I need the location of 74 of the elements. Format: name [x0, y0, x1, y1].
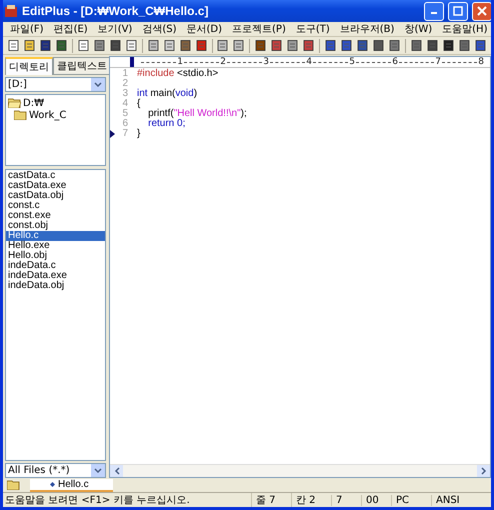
ruler-number: 1	[177, 57, 183, 67]
file-item[interactable]: indeData.c	[6, 261, 105, 271]
file-item[interactable]: castData.c	[6, 171, 105, 181]
file-item[interactable]: indeData.exe	[6, 271, 105, 281]
file-item[interactable]: const.obj	[6, 221, 105, 231]
status-field: 칸 2	[291, 493, 331, 507]
close-icon	[477, 6, 487, 16]
file-item[interactable]: castData.obj	[6, 191, 105, 201]
folder-icon	[7, 480, 20, 490]
menu-item[interactable]: 프로젝트(P)	[227, 22, 291, 36]
line-number: 6	[122, 119, 128, 129]
menu-item[interactable]: 도움말(H)	[437, 22, 491, 36]
status-field: 7	[331, 494, 361, 506]
maximize-icon	[453, 6, 463, 16]
sidebar-tab[interactable]: 디렉토리	[5, 57, 53, 75]
line-number: 1	[122, 69, 128, 79]
status-field: 줄 7	[251, 493, 291, 507]
document-tab[interactable]: Hello.c	[30, 478, 113, 492]
chevron-down-icon	[94, 82, 102, 87]
close-button[interactable]	[472, 2, 491, 20]
window-title: EditPlus - [D:₩Work_C₩Hello.c]	[22, 4, 210, 18]
status-field: PC	[391, 494, 431, 506]
line-number: 7	[122, 129, 128, 139]
menu-item[interactable]: 보기(V)	[92, 22, 138, 36]
menu-item[interactable]: 편집(E)	[48, 22, 93, 36]
line-number: 2	[122, 79, 128, 89]
code-line: #include <stdio.h>	[137, 69, 218, 79]
menu-item[interactable]: 파일(F)	[5, 22, 49, 36]
menu-item[interactable]: 창(W)	[399, 22, 438, 36]
ruler-number: 8	[478, 57, 484, 67]
tree-item[interactable]: D:₩	[23, 98, 44, 108]
ruler-number: 6	[392, 57, 398, 67]
file-item[interactable]: const.exe	[6, 211, 105, 221]
menu-item[interactable]: 브라우저(B)	[334, 22, 400, 36]
ruler-number: 3	[263, 57, 269, 67]
app-icon	[4, 4, 18, 18]
diamond-icon	[50, 482, 55, 486]
file-item[interactable]: Hello.exe	[6, 241, 105, 251]
line-number: 5	[122, 109, 128, 119]
status-field: ANSI	[431, 494, 491, 506]
tree-item[interactable]: Work_C	[29, 110, 66, 120]
line-number: 4	[122, 99, 128, 109]
folder-icon	[14, 110, 27, 120]
sidebar-tab[interactable]: 클립텍스트	[53, 57, 111, 75]
chevron-down-icon	[94, 468, 102, 473]
code-line: {	[137, 99, 140, 109]
status-message: 도움말을 보려면 <F1> 키를 누르십시오.	[4, 494, 191, 507]
ruler-number: 5	[349, 57, 355, 67]
code-line: int main(void)	[137, 89, 198, 99]
code-line: }	[137, 129, 140, 139]
menu-item[interactable]: 문서(D)	[182, 22, 228, 36]
file-item[interactable]: indeData.obj	[6, 281, 105, 291]
menu-item[interactable]: 도구(T)	[290, 22, 335, 36]
minimize-button[interactable]	[424, 2, 444, 20]
chevron-right-icon	[480, 467, 486, 475]
file-item[interactable]: Hello.obj	[6, 251, 105, 261]
code-line: return 0;	[147, 119, 186, 129]
line-number: 3	[122, 89, 128, 99]
file-item[interactable]: castData.exe	[6, 181, 105, 191]
filter-dropdown[interactable]: All Files (*.*)	[5, 463, 106, 478]
menu-item[interactable]: 검색(S)	[137, 22, 182, 36]
horizontal-scrollbar[interactable]	[110, 464, 490, 477]
code-editor[interactable]: 1 #include <stdio.h> 2 3 int main(void) 4 { 5 printf("Hell World!!\n"); 6 return 0; 7 }	[110, 68, 490, 464]
ruler-number: 7	[435, 57, 441, 67]
ruler-number: 4	[306, 57, 312, 67]
maximize-button[interactable]	[448, 2, 468, 20]
drive-dropdown[interactable]: [D:]	[5, 77, 106, 92]
chevron-left-icon	[114, 467, 120, 475]
code-line: printf("Hell World!!\n");	[147, 109, 247, 119]
ruler-number: 2	[220, 57, 226, 67]
file-item[interactable]: Hello.c	[6, 231, 105, 241]
status-field: 00	[361, 494, 391, 506]
folder-icon	[8, 98, 21, 108]
file-item[interactable]: const.c	[6, 201, 105, 211]
